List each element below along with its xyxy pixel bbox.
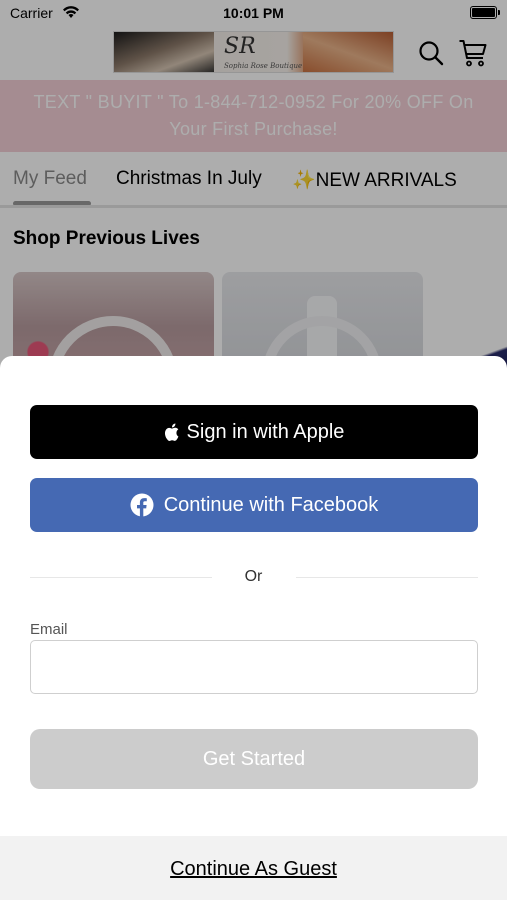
get-started-button[interactable]: Get Started	[30, 729, 478, 789]
sign-in-sheet: Sign in with Apple Continue with Faceboo…	[0, 356, 507, 900]
continue-with-facebook-button[interactable]: Continue with Facebook	[30, 478, 478, 532]
guest-bar: Continue As Guest	[0, 836, 507, 900]
facebook-button-label: Continue with Facebook	[163, 493, 379, 516]
facebook-icon	[130, 493, 154, 517]
sign-in-with-apple-button[interactable]: Sign in with Apple	[30, 405, 478, 459]
email-label: Email	[30, 621, 68, 638]
continue-as-guest-link[interactable]: Continue As Guest	[0, 858, 507, 881]
divider-right	[296, 577, 478, 578]
apple-button-label: Sign in with Apple	[186, 420, 345, 443]
email-field[interactable]	[30, 640, 478, 694]
apple-icon	[164, 422, 181, 442]
